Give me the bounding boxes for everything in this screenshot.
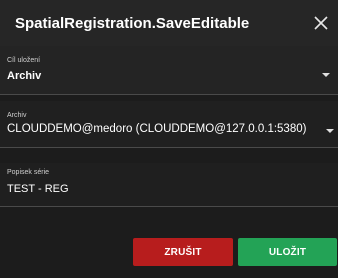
cancel-button[interactable]: ZRUŠIT <box>133 238 233 266</box>
close-icon[interactable] <box>310 12 332 34</box>
series-label-value[interactable]: TEST - REG <box>7 183 69 195</box>
save-editable-dialog: SpatialRegistration.SaveEditable Cíl ulo… <box>0 0 338 278</box>
storage-location-select[interactable]: Cíl uložení Archiv <box>0 46 338 95</box>
chevron-down-icon[interactable] <box>326 129 334 133</box>
dialog-title: SpatialRegistration.SaveEditable <box>15 15 250 32</box>
archive-select[interactable]: Archiv CLOUDDEMO@medoro (CLOUDDEMO@127.0… <box>0 101 338 148</box>
archive-value: CLOUDDEMO@medoro (CLOUDDEMO@127.0.0.1:53… <box>7 123 307 135</box>
storage-location-value: Archiv <box>7 70 42 82</box>
save-button[interactable]: ULOŽIT <box>238 238 337 266</box>
storage-location-label: Cíl uložení <box>7 57 41 64</box>
chevron-down-icon[interactable] <box>322 73 330 77</box>
series-label-label: Popisek série <box>7 169 50 176</box>
dialog-titlebar: SpatialRegistration.SaveEditable <box>0 0 338 46</box>
series-label-input[interactable]: Popisek série TEST - REG <box>0 163 338 207</box>
archive-label: Archiv <box>7 112 27 119</box>
